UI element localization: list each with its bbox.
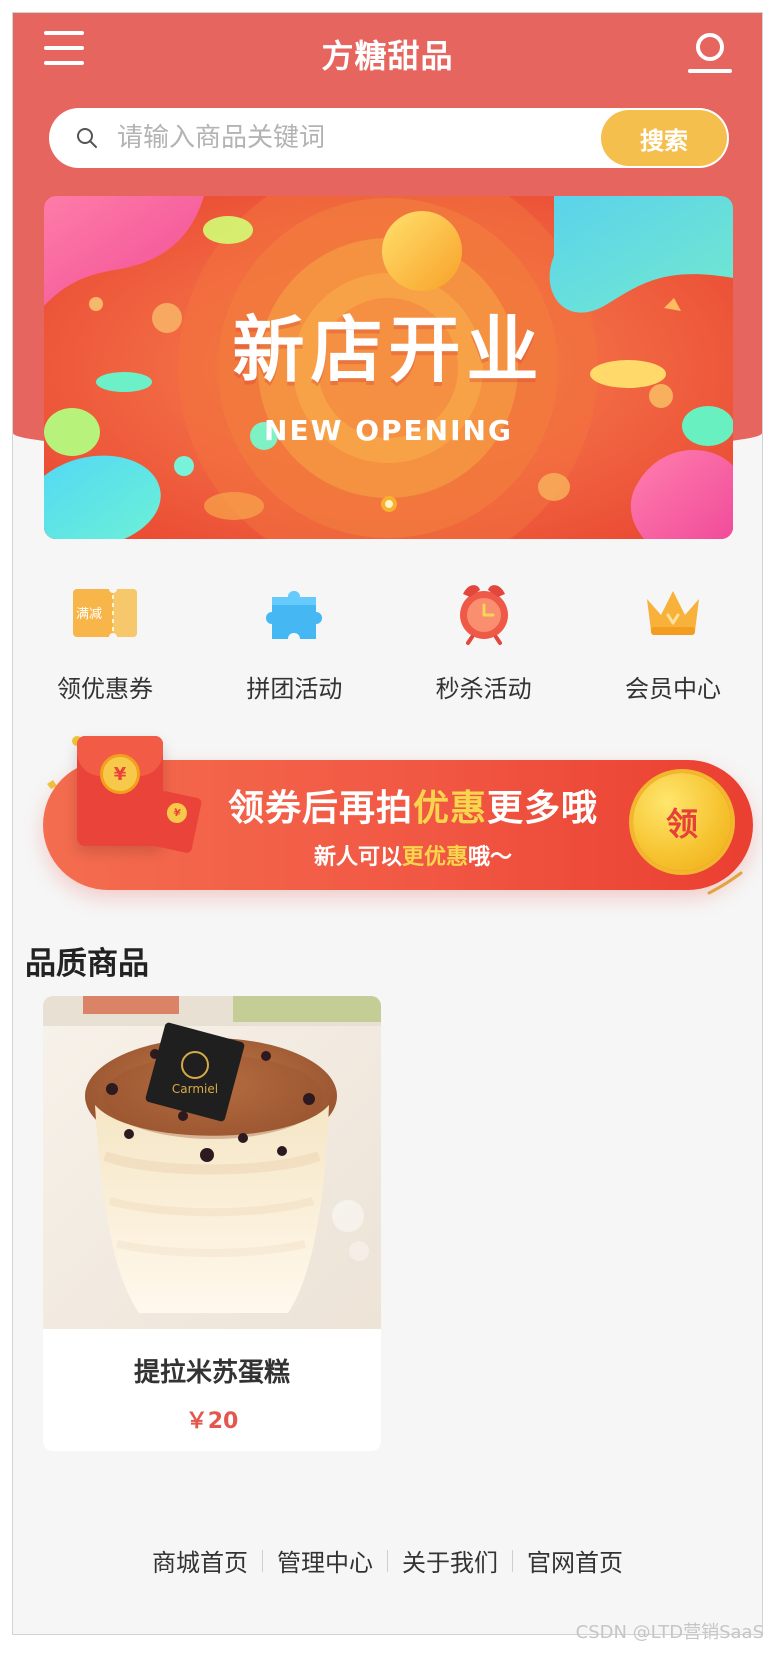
carousel-indicator[interactable] — [381, 496, 397, 512]
product-image: Carmiel — [43, 996, 381, 1329]
footer-link-official-home[interactable]: 官网首页 — [513, 1543, 637, 1578]
banner-subtitle: NEW OPENING — [264, 414, 513, 447]
header: 方糖甜品 — [13, 13, 762, 93]
quick-item-member-center[interactable]: 会员中心 — [603, 563, 743, 703]
quick-item-group-buy[interactable]: 拼团活动 — [224, 563, 364, 703]
alarm-clock-icon — [459, 585, 508, 645]
app-frame: 方糖甜品 搜索 — [12, 12, 763, 1635]
claim-coupon-button[interactable]: 领 — [633, 773, 731, 871]
coupon-icon-text: 满减 — [76, 607, 102, 622]
crown-icon — [646, 591, 699, 635]
product-card[interactable]: Carmiel 提拉米苏蛋糕 ￥20 — [43, 996, 381, 1451]
quick-item-coupons[interactable]: 满减 领优惠券 — [35, 563, 175, 703]
coupon-line-2-highlight: 更优惠 — [401, 845, 468, 870]
section-title: 品质商品 — [25, 946, 149, 982]
quick-label-group-buy: 拼团活动 — [246, 675, 343, 703]
quick-label-member-center: 会员中心 — [624, 675, 721, 703]
quick-menu: 满减 领优惠券 拼团活动 秒杀活动 会员中心 — [35, 563, 743, 703]
promo-banner[interactable]: 新店开业 NEW OPENING — [44, 196, 733, 539]
product-image-logo: Carmiel — [172, 1082, 218, 1096]
coupon-icon: 满减 — [73, 585, 137, 641]
coupon-banner[interactable]: ¥ ¥ 领券后再拍优惠更多哦 新人可以更优惠哦～ 领 — [43, 726, 762, 896]
quick-label-coupons: 领优惠券 — [57, 675, 153, 703]
banner-text: 新店开业 NEW OPENING — [44, 291, 733, 447]
product-name: 提拉米苏蛋糕 — [133, 1358, 290, 1388]
puzzle-icon — [266, 591, 323, 639]
coupon-line-1-prefix: 领券后再拍 — [227, 788, 413, 829]
footer-link-about-us[interactable]: 关于我们 — [388, 1543, 512, 1578]
search-button[interactable]: 搜索 — [601, 110, 727, 166]
search-bar: 搜索 — [49, 108, 729, 168]
coupon-line-1-suffix: 更多哦 — [487, 788, 599, 829]
watermark: CSDN @LTD营销SaaS — [575, 1622, 764, 1643]
page-title: 方糖甜品 — [321, 37, 454, 75]
footer-link-admin-center[interactable]: 管理中心 — [263, 1543, 387, 1578]
footer-nav: 商城首页 管理中心 关于我们 官网首页 — [13, 1543, 762, 1578]
coupon-line-2-prefix: 新人可以 — [313, 845, 402, 870]
small-coin-icon: ¥ — [165, 801, 189, 825]
banner-title: 新店开业 — [232, 308, 545, 392]
user-icon[interactable] — [688, 31, 732, 73]
search-input[interactable] — [115, 116, 565, 160]
footer-link-mall-home[interactable]: 商城首页 — [138, 1543, 262, 1578]
quick-label-flash-sale: 秒杀活动 — [435, 675, 532, 703]
red-envelope-icon: ¥ — [77, 736, 163, 846]
coupon-line-1: 领券后再拍优惠更多哦 — [213, 779, 613, 831]
coin-icon: ¥ — [100, 754, 140, 794]
coupon-line-1-highlight: 优惠 — [412, 788, 487, 829]
product-price: ￥20 — [185, 1409, 239, 1434]
quick-item-flash-sale[interactable]: 秒杀活动 — [414, 563, 554, 703]
coupon-line-2: 新人可以更优惠哦～ — [213, 839, 613, 871]
coupon-text: 领券后再拍优惠更多哦 新人可以更优惠哦～ — [213, 779, 613, 871]
coupon-line-2-suffix: 哦～ — [468, 845, 513, 870]
search-icon — [77, 128, 97, 148]
